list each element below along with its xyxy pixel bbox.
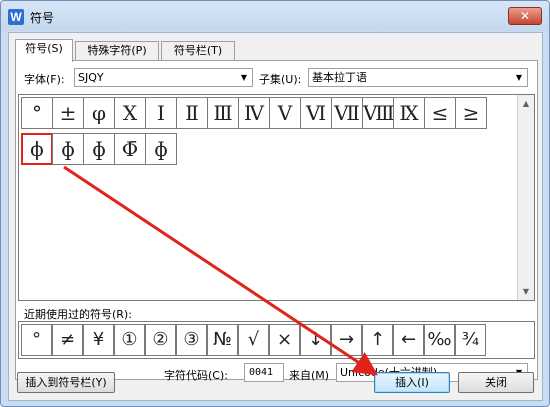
symbol-cell[interactable]: Ⅴ	[269, 97, 301, 129]
tab-special-chars[interactable]: 特殊字符(P)	[75, 41, 159, 61]
recent-symbol[interactable]: ↓	[300, 324, 331, 356]
tab-symbols[interactable]: 符号(S)	[15, 39, 73, 62]
font-value: SJQY	[78, 71, 104, 84]
recent-symbol[interactable]: ¾	[455, 324, 486, 356]
recent-symbol[interactable]: √	[238, 324, 269, 356]
dialog-client: 符号(S) 特殊字符(P) 符号栏(T) 字体(F): SJQY ▼ 子集(U)…	[8, 32, 543, 401]
symbol-grid: ° ± φ Ⅹ Ⅰ Ⅱ Ⅲ Ⅳ Ⅴ Ⅵ Ⅶ Ⅷ Ⅸ ≤ ≥ ϕ ɸ ɸ Φ̄ ɸ…	[18, 94, 535, 301]
symbol-cell[interactable]: Ⅰ	[145, 97, 177, 129]
insert-button[interactable]: 插入(I)	[374, 372, 450, 393]
symbol-cell[interactable]: ɸ	[52, 133, 84, 165]
insert-to-symbol-bar-button[interactable]: 插入到符号栏(Y)	[17, 372, 115, 393]
symbol-cell[interactable]: Φ̄	[114, 133, 146, 165]
symbols-panel: 字体(F): SJQY ▼ 子集(U): 基本拉丁语 ▼ ° ± φ Ⅹ Ⅰ Ⅱ…	[15, 60, 538, 382]
tab-symbol-bar[interactable]: 符号栏(T)	[161, 41, 235, 61]
symbol-dialog: W 符号 ✕ 符号(S) 特殊字符(P) 符号栏(T) 字体(F): SJQY …	[0, 0, 550, 407]
symbol-cell[interactable]: °	[21, 97, 53, 129]
symbol-cell[interactable]: Ⅷ	[362, 97, 395, 129]
symbol-cell[interactable]: Ⅹ	[114, 97, 146, 129]
title-bar[interactable]: W 符号 ✕	[1, 1, 549, 31]
recent-symbol[interactable]: ←	[393, 324, 424, 356]
from-label: 来自(M)	[289, 369, 330, 382]
font-select[interactable]: SJQY ▼	[74, 68, 253, 87]
recent-symbol[interactable]: №	[207, 324, 238, 356]
font-label: 字体(F):	[24, 73, 65, 86]
scroll-down-icon[interactable]: ▼	[518, 283, 534, 300]
symbol-cell[interactable]: Ⅱ	[176, 97, 208, 129]
symbol-cell[interactable]: ±	[52, 97, 84, 129]
recent-symbol[interactable]: ③	[176, 324, 207, 356]
subset-select[interactable]: 基本拉丁语 ▼	[308, 68, 528, 87]
recent-symbol[interactable]: ↑	[362, 324, 393, 356]
symbol-cell[interactable]: Ⅸ	[393, 97, 425, 129]
recent-symbol[interactable]: ①	[114, 324, 145, 356]
symbol-cell[interactable]: ≤	[424, 97, 456, 129]
scroll-up-icon[interactable]: ▲	[518, 95, 534, 112]
symbol-cell[interactable]: Ⅶ	[331, 97, 363, 129]
chevron-down-icon: ▼	[515, 73, 523, 82]
recent-symbol[interactable]: °	[21, 324, 52, 356]
char-code-input[interactable]: 0041	[244, 363, 284, 382]
close-window-button[interactable]: ✕	[508, 7, 542, 25]
recent-symbol[interactable]: ¥	[83, 324, 114, 356]
symbol-cell[interactable]: Ⅲ	[207, 97, 239, 129]
recent-symbol[interactable]: ‰	[424, 324, 455, 356]
subset-label: 子集(U):	[259, 73, 302, 86]
recent-symbol[interactable]: ≠	[52, 324, 83, 356]
symbol-cell[interactable]: ≥	[455, 97, 487, 129]
recent-symbol[interactable]: →	[331, 324, 362, 356]
char-code-label: 字符代码(C):	[164, 369, 228, 382]
recent-symbol[interactable]: ×	[269, 324, 300, 356]
symbol-cell[interactable]: φ	[83, 97, 115, 129]
symbol-grid-scrollbar[interactable]: ▲ ▼	[517, 95, 534, 300]
close-button[interactable]: 关闭	[458, 372, 534, 393]
window-title: 符号	[30, 11, 55, 25]
symbol-cell[interactable]: ɸ	[83, 133, 115, 165]
chevron-down-icon: ▼	[240, 73, 248, 82]
symbol-cell-selected[interactable]: ϕ	[21, 133, 53, 165]
symbol-cell[interactable]: Ⅵ	[300, 97, 332, 129]
symbol-cell[interactable]: Ⅳ	[238, 97, 270, 129]
subset-value: 基本拉丁语	[312, 71, 367, 84]
recent-label: 近期使用过的符号(R):	[24, 308, 132, 321]
recent-symbol[interactable]: ②	[145, 324, 176, 356]
symbol-cell[interactable]: ɸ	[145, 133, 177, 165]
recent-symbols: ° ≠ ¥ ① ② ③ № √ × ↓ → ↑ ← ‰ ¾	[18, 321, 535, 359]
wps-app-icon: W	[8, 9, 24, 25]
